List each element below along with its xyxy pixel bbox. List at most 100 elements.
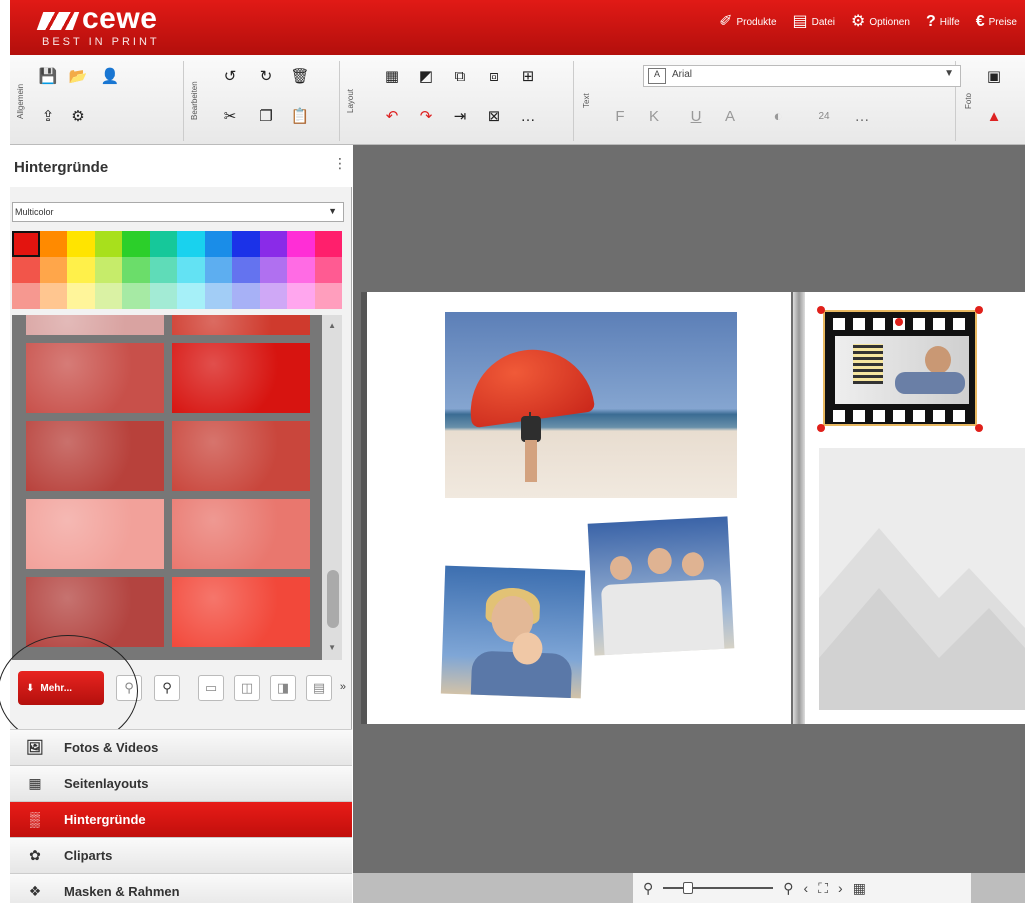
color-swatch[interactable] — [204, 283, 232, 309]
color-swatch[interactable] — [177, 283, 205, 309]
menu-file[interactable]: ▤ Datei — [793, 14, 835, 30]
category-masks-frames[interactable]: ❖ Masken & Rahmen — [10, 873, 352, 903]
family-boat-photo[interactable] — [587, 516, 735, 656]
color-swatch[interactable] — [287, 283, 315, 309]
color-swatch[interactable] — [259, 231, 287, 257]
color-swatch[interactable] — [149, 257, 177, 283]
color-swatch[interactable] — [122, 283, 150, 309]
previous-page-icon[interactable]: ‹ — [804, 880, 809, 896]
view-large-icon[interactable]: ◨ — [270, 675, 296, 701]
zoom-in-icon[interactable]: ⚲ — [783, 880, 793, 897]
resize-handle[interactable] — [975, 306, 983, 314]
italic-button[interactable]: K — [642, 105, 666, 127]
background-tile[interactable] — [172, 577, 310, 647]
color-swatch[interactable] — [232, 283, 260, 309]
color-swatch[interactable] — [177, 257, 205, 283]
menu-help[interactable]: ? Hilfe — [926, 14, 960, 30]
background-tile[interactable] — [26, 315, 164, 335]
to-back-icon[interactable]: ⧈ — [482, 65, 506, 87]
arrange-icon[interactable]: ◩ — [414, 65, 438, 87]
menu-options[interactable]: ⚙ Optionen — [851, 14, 910, 30]
color-swatch[interactable] — [204, 257, 232, 283]
cut-icon[interactable]: ✂ — [218, 105, 242, 127]
category-photos-videos[interactable]: 🖼 Fotos & Videos — [10, 729, 352, 765]
color-swatch[interactable] — [39, 283, 67, 309]
color-swatch[interactable] — [314, 231, 342, 257]
copy-icon[interactable]: ❐ — [254, 105, 278, 127]
photo-placeholder[interactable] — [819, 448, 1025, 710]
color-swatch[interactable] — [12, 283, 40, 309]
color-swatch[interactable] — [204, 231, 232, 257]
color-swatch[interactable] — [67, 257, 95, 283]
view-list-icon[interactable]: ▤ — [306, 675, 332, 701]
text-color-icon[interactable]: A — [718, 105, 742, 127]
color-swatch[interactable] — [94, 257, 122, 283]
rotate-right-icon[interactable]: ↻ — [254, 65, 278, 87]
zoom-out-icon[interactable]: ⚲ — [643, 880, 653, 897]
scroll-up-icon[interactable]: ▲ — [328, 321, 336, 330]
undo-icon[interactable]: ↶ — [380, 105, 404, 127]
font-size-select[interactable]: 24 — [812, 105, 836, 127]
color-swatch[interactable] — [39, 231, 67, 257]
menu-prices[interactable]: € Preise — [976, 14, 1017, 30]
color-swatch[interactable] — [177, 231, 205, 257]
color-swatch[interactable] — [314, 283, 342, 309]
color-swatch[interactable] — [259, 283, 287, 309]
color-swatch[interactable] — [232, 257, 260, 283]
background-tile[interactable] — [172, 499, 310, 569]
font-family-select[interactable]: A Arial ▼ — [643, 65, 961, 87]
zoom-slider[interactable] — [663, 882, 774, 894]
background-tile[interactable] — [26, 343, 164, 413]
group-icon[interactable]: ⊞ — [516, 65, 540, 87]
rotate-handle[interactable] — [895, 318, 903, 326]
view-small-icon[interactable]: ▭ — [198, 675, 224, 701]
forward-icon[interactable]: ⇥ — [448, 105, 472, 127]
background-tile[interactable] — [172, 315, 310, 335]
page-overview-icon[interactable]: ▦ — [853, 880, 866, 897]
category-cliparts[interactable]: ✿ Cliparts — [10, 837, 352, 873]
open-folder-icon[interactable]: 📂 — [66, 65, 90, 87]
background-tile[interactable] — [26, 421, 164, 491]
background-tile[interactable] — [172, 421, 310, 491]
panel-options-icon[interactable]: ⋮ — [333, 155, 347, 172]
tools-more-icon[interactable]: » — [340, 681, 346, 693]
color-swatch[interactable] — [39, 257, 67, 283]
background-tile[interactable] — [172, 343, 310, 413]
right-page[interactable] — [805, 292, 1025, 724]
export-icon[interactable]: ⇪ — [36, 105, 60, 127]
align-icon[interactable]: ▦ — [380, 65, 404, 87]
color-swatch[interactable] — [67, 231, 95, 257]
category-backgrounds[interactable]: ▒ Hintergründe — [10, 801, 352, 837]
fit-page-icon[interactable]: ⛶ — [818, 880, 828, 897]
view-medium-icon[interactable]: ◫ — [234, 675, 260, 701]
color-swatch[interactable] — [12, 231, 40, 257]
color-swatch[interactable] — [12, 257, 40, 283]
trash-icon[interactable]: 🗑 — [288, 65, 312, 87]
color-filter-select[interactable]: Multicolor ▼ — [12, 202, 344, 222]
color-swatch[interactable] — [259, 257, 287, 283]
color-swatch[interactable] — [122, 257, 150, 283]
resize-handle[interactable] — [817, 306, 825, 314]
paste-icon[interactable]: 📋 — [288, 105, 312, 127]
zoom-slider-knob[interactable] — [683, 882, 694, 894]
delete-layer-icon[interactable]: ⊠ — [482, 105, 506, 127]
color-swatch[interactable] — [67, 283, 95, 309]
bold-button[interactable]: F — [608, 105, 632, 127]
background-tile[interactable] — [26, 499, 164, 569]
color-swatch[interactable] — [287, 231, 315, 257]
photo-effect-icon[interactable]: ▲ — [982, 105, 1006, 127]
resize-handle[interactable] — [817, 424, 825, 432]
category-page-layouts[interactable]: ▦ Seitenlayouts — [10, 765, 352, 801]
rotate-left-icon[interactable]: ↺ — [218, 65, 242, 87]
color-swatch[interactable] — [287, 257, 315, 283]
underline-button[interactable]: U — [684, 105, 708, 127]
fill-color-icon[interactable]: ◐ — [766, 105, 790, 127]
color-swatch[interactable] — [94, 283, 122, 309]
resize-handle[interactable] — [975, 424, 983, 432]
text-more-icon[interactable]: … — [850, 105, 874, 127]
color-swatch[interactable] — [314, 257, 342, 283]
next-page-icon[interactable]: › — [838, 880, 843, 896]
scroll-down-icon[interactable]: ▼ — [328, 643, 336, 652]
filmstrip-photo[interactable] — [823, 310, 977, 426]
zoom-in-thumbs-icon[interactable]: ⚲ — [154, 675, 180, 701]
